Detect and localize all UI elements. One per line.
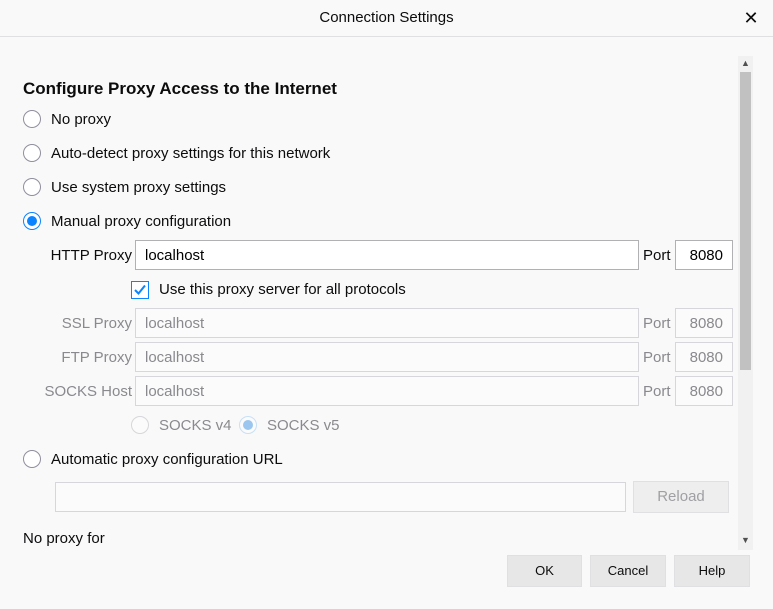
ftp-port-input[interactable] [675, 342, 733, 372]
scroll-up-icon[interactable]: ▲ [738, 58, 753, 68]
reload-button[interactable]: Reload [633, 481, 729, 513]
http-port-input[interactable] [675, 240, 733, 270]
scroll-down-icon[interactable]: ▼ [738, 535, 753, 545]
radio-label: Manual proxy configuration [51, 212, 232, 230]
radio-socks-v4[interactable]: SOCKS v4 [131, 416, 232, 434]
ftp-proxy-input[interactable] [135, 342, 639, 372]
dialog-content: Configure Proxy Access to the Internet N… [0, 0, 738, 550]
ssl-proxy-input[interactable] [135, 308, 639, 338]
use-all-protocols-label: Use this proxy server for all protocols [159, 281, 406, 298]
radio-label: Auto-detect proxy settings for this netw… [51, 144, 331, 162]
socks-port-input[interactable] [675, 376, 733, 406]
scrollbar[interactable]: ▲ ▼ [738, 56, 753, 550]
section-heading: Configure Proxy Access to the Internet [23, 79, 337, 98]
help-button[interactable]: Help [674, 555, 750, 587]
ftp-proxy-label: FTP Proxy [61, 349, 132, 366]
ssl-port-label: Port [643, 315, 671, 332]
radio-label: SOCKS v5 [267, 416, 340, 434]
http-port-label: Port [643, 247, 671, 264]
radio-socks-v5[interactable]: SOCKS v5 [239, 416, 340, 434]
radio-button[interactable] [23, 178, 41, 196]
ssl-port-input[interactable] [675, 308, 733, 338]
radio-no-proxy[interactable]: No proxy [23, 110, 111, 128]
radio-label: Use system proxy settings [51, 178, 227, 196]
socks-host-input[interactable] [135, 376, 639, 406]
use-all-protocols-checkbox[interactable] [131, 281, 149, 299]
radio-auto-detect[interactable]: Auto-detect proxy settings for this netw… [23, 144, 330, 162]
auto-config-url-input[interactable] [55, 482, 626, 512]
radio-button[interactable] [23, 110, 41, 128]
radio-button[interactable] [23, 144, 41, 162]
scroll-thumb[interactable] [740, 72, 751, 370]
radio-button-selected[interactable] [239, 416, 257, 434]
radio-manual-proxy[interactable]: Manual proxy configuration [23, 212, 231, 230]
checkmark-icon [134, 284, 146, 295]
radio-label: SOCKS v4 [159, 416, 232, 434]
radio-system-proxy[interactable]: Use system proxy settings [23, 178, 226, 196]
radio-button[interactable] [131, 416, 149, 434]
http-proxy-input[interactable] [135, 240, 639, 270]
http-proxy-label: HTTP Proxy [50, 247, 132, 264]
radio-label: Automatic proxy configuration URL [51, 450, 283, 468]
radio-label: No proxy [51, 110, 112, 128]
ok-button[interactable]: OK [507, 555, 582, 587]
close-icon[interactable]: ✕ [739, 6, 763, 30]
socks-port-label: Port [643, 383, 671, 400]
socks-host-label: SOCKS Host [44, 383, 132, 400]
radio-button-selected[interactable] [23, 212, 41, 230]
radio-auto-config-url[interactable]: Automatic proxy configuration URL [23, 450, 283, 468]
cancel-button[interactable]: Cancel [590, 555, 666, 587]
radio-button[interactable] [23, 450, 41, 468]
ftp-port-label: Port [643, 349, 671, 366]
ssl-proxy-label: SSL Proxy [61, 315, 132, 332]
no-proxy-for-label: No proxy for [23, 530, 105, 547]
